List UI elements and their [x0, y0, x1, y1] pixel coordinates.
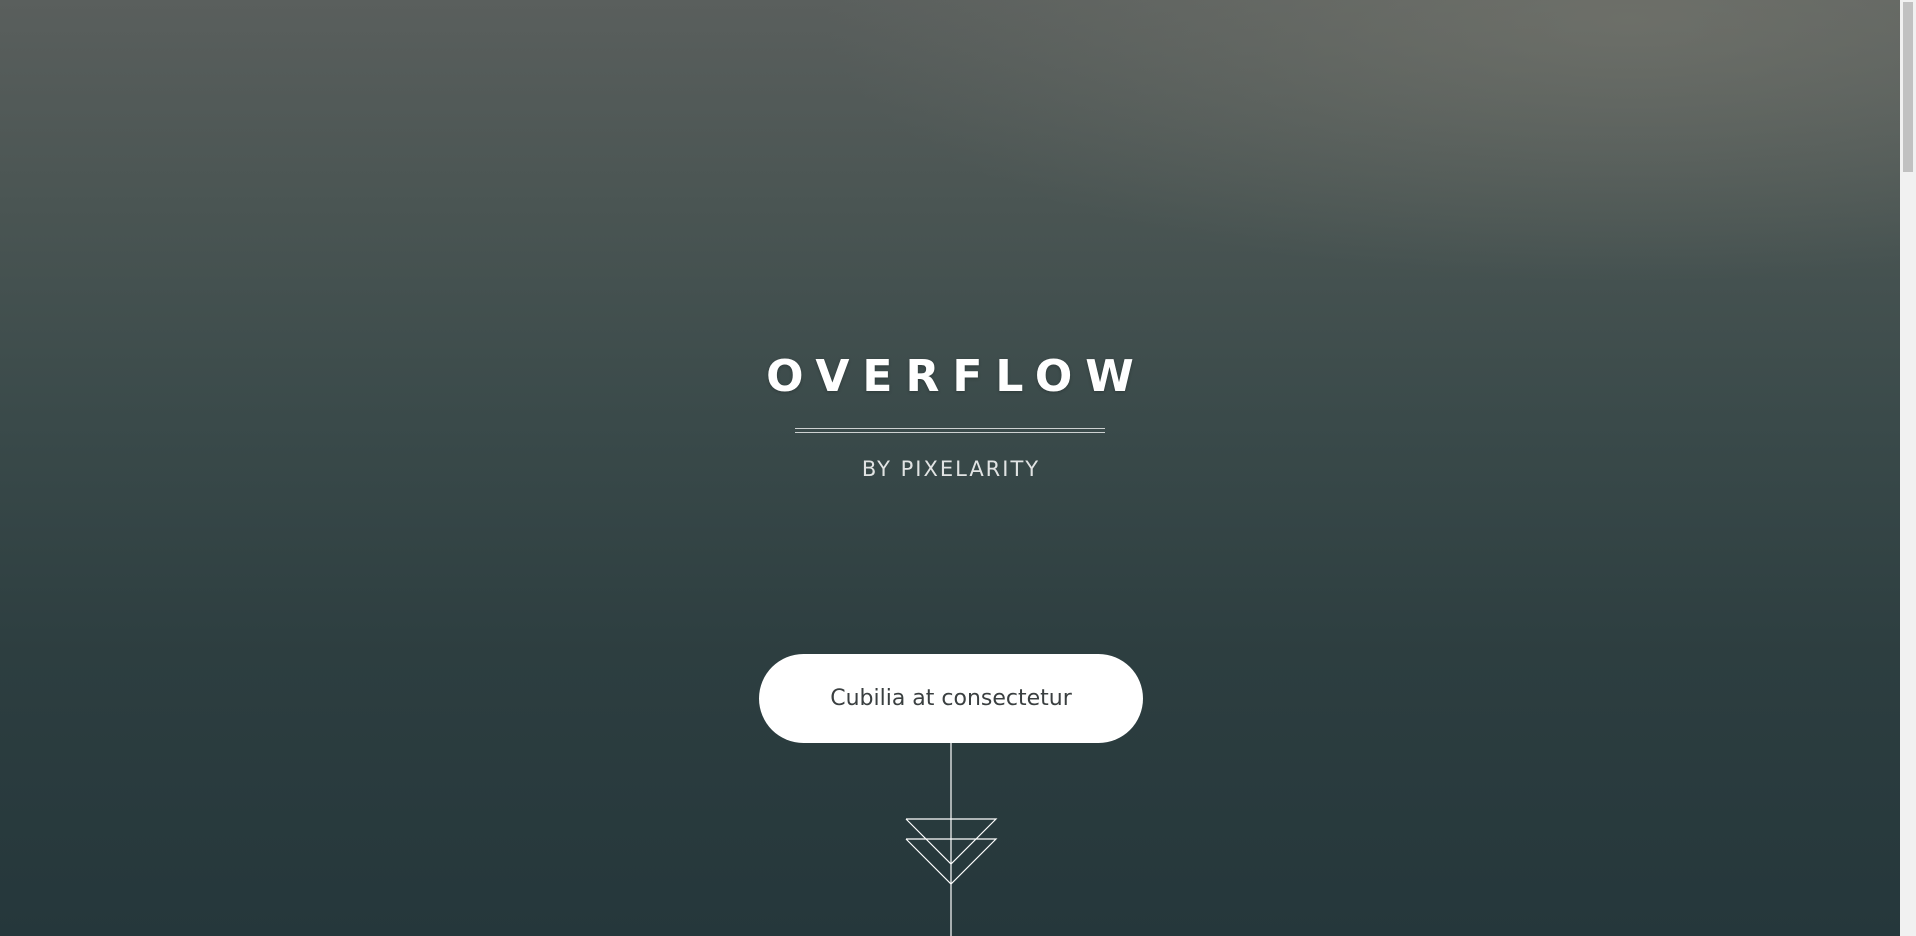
scrollbar-thumb[interactable] — [1903, 2, 1913, 172]
cta-button[interactable]: Cubilia at consectetur — [759, 654, 1143, 743]
double-chevron-down-icon — [905, 743, 998, 936]
site-subtitle: BY PIXELARITY — [861, 457, 1041, 481]
title-divider — [795, 428, 1105, 433]
vertical-scrollbar[interactable] — [1900, 0, 1916, 936]
site-title: OVERFLOW — [766, 351, 1147, 402]
header: OVERFLOW BY PIXELARITY — [0, 345, 1900, 481]
page: OVERFLOW BY PIXELARITY Cubilia at consec… — [0, 0, 1900, 936]
